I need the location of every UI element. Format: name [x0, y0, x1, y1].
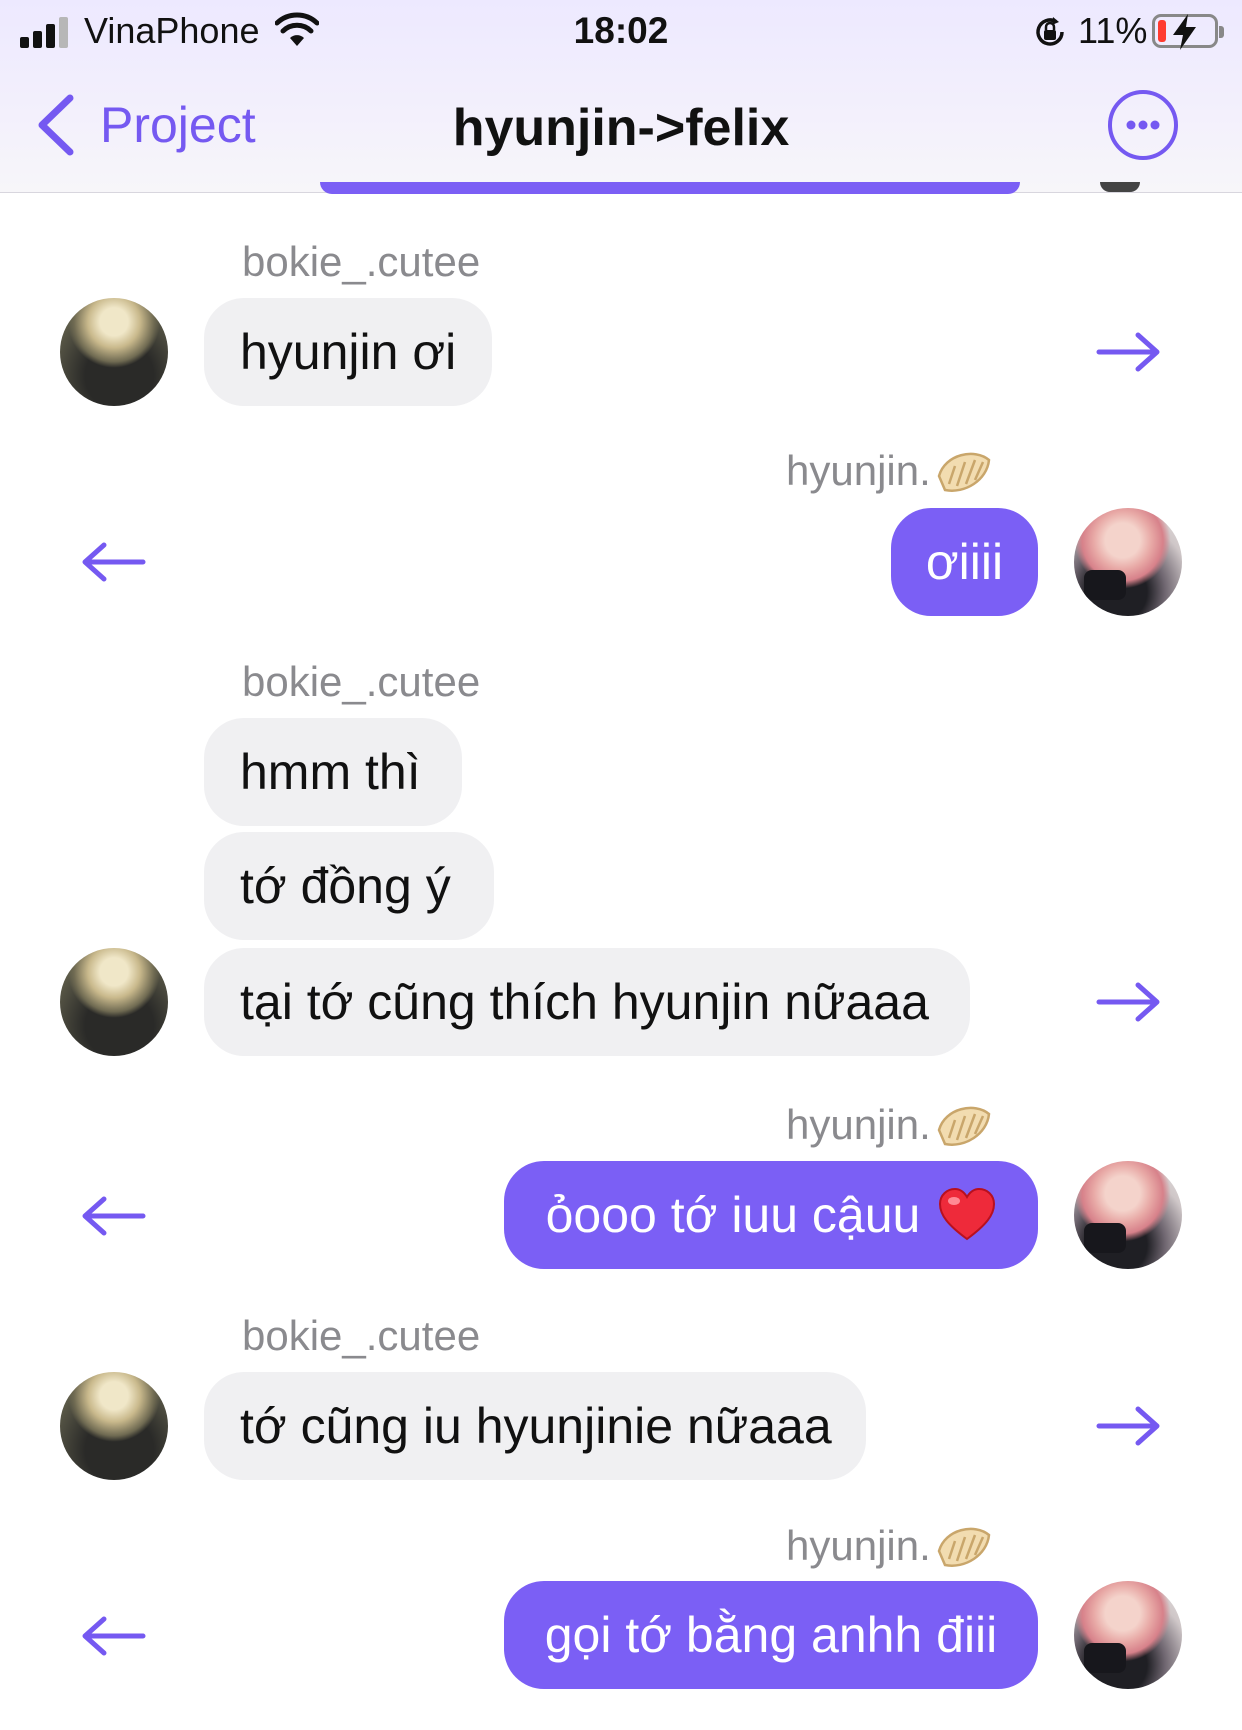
navigation-bar: Project hyunjin->felix	[0, 78, 1242, 178]
dumpling-emoji-icon	[937, 452, 991, 492]
sender-name-row: hyunjin.	[786, 446, 993, 496]
message-bubble[interactable]: hmm thì	[204, 718, 462, 826]
message-bubble[interactable]: ơiiii	[891, 508, 1038, 616]
avatar[interactable]	[1074, 1161, 1182, 1269]
sender-name-row: hyunjin.	[786, 1521, 993, 1571]
sender-name: hyunjin.	[786, 1101, 931, 1148]
message-bubble[interactable]: tớ đồng ý	[204, 832, 494, 940]
message-bubble[interactable]: ỏooo tớ iuu cậuu	[504, 1161, 1038, 1269]
message-text: ỏooo tớ iuu cậuu	[545, 1187, 921, 1243]
previous-message-edge	[320, 182, 1020, 194]
dumpling-emoji-icon	[937, 1106, 991, 1146]
message-bubble[interactable]: tại tớ cũng thích hyunjin nữaaa	[204, 948, 970, 1056]
avatar[interactable]	[60, 948, 168, 1056]
arrow-left-icon[interactable]	[80, 1196, 146, 1236]
arrow-right-icon[interactable]	[1096, 332, 1162, 372]
message-bubble[interactable]: gọi tớ bằng anhh điii	[504, 1581, 1038, 1689]
dumpling-emoji-icon	[937, 1527, 991, 1567]
avatar[interactable]	[1074, 508, 1182, 616]
red-heart-icon	[939, 1187, 996, 1241]
sender-name: bokie_.cutee	[242, 1312, 481, 1359]
sender-name: hyunjin.	[786, 1522, 931, 1569]
message-bubble[interactable]: tớ cũng iu hyunjinie nữaaa	[204, 1372, 866, 1480]
arrow-right-icon[interactable]	[1096, 982, 1162, 1022]
arrow-left-icon[interactable]	[80, 542, 146, 582]
sender-name-row: hyunjin.	[786, 1100, 993, 1150]
avatar[interactable]	[60, 1372, 168, 1480]
sender-name: bokie_.cutee	[242, 238, 481, 285]
orientation-lock-icon	[1036, 17, 1064, 46]
more-options-button[interactable]	[1108, 90, 1178, 160]
previous-avatar-edge	[1100, 182, 1140, 192]
status-bar: VinaPhone 18:02 11%	[0, 0, 1242, 70]
battery-icon	[1152, 14, 1224, 50]
avatar[interactable]	[1074, 1581, 1182, 1689]
arrow-left-icon[interactable]	[80, 1616, 146, 1656]
avatar[interactable]	[60, 298, 168, 406]
ellipsis-icon	[1126, 120, 1160, 130]
message-bubble[interactable]: hyunjin ơi	[204, 298, 492, 406]
conversation-title: hyunjin->felix	[452, 99, 790, 157]
sender-name: bokie_.cutee	[242, 658, 481, 705]
battery-percent: 11%	[1078, 10, 1148, 51]
top-bar: VinaPhone 18:02 11% Project hyunjin->fel…	[0, 0, 1242, 193]
arrow-right-icon[interactable]	[1096, 1406, 1162, 1446]
sender-name: hyunjin.	[786, 447, 931, 494]
